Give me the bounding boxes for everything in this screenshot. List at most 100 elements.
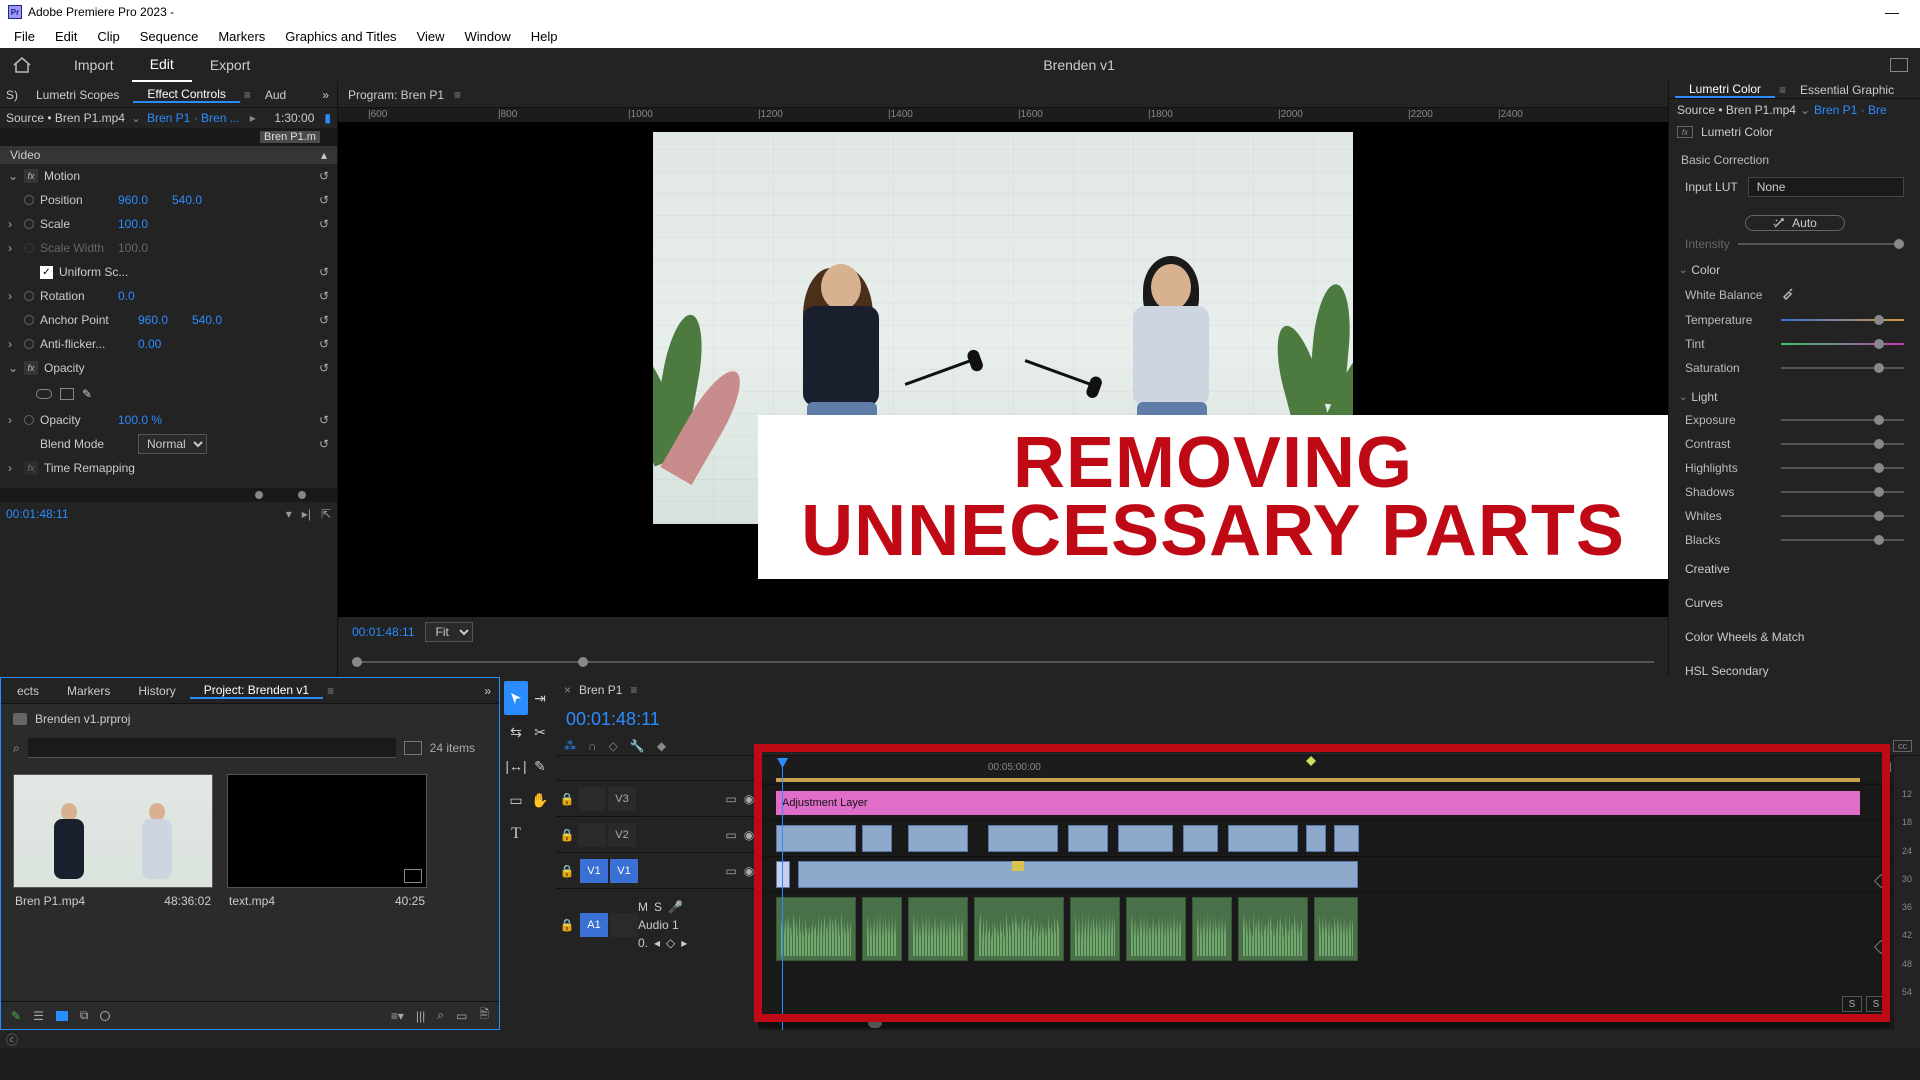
tab-project[interactable]: Project: Brenden v1	[190, 683, 323, 699]
stopwatch-icon[interactable]	[24, 339, 34, 349]
track-select-tool[interactable]: ⇥	[528, 681, 552, 715]
reset-icon[interactable]: ↺	[319, 193, 329, 207]
audio-clip[interactable]	[908, 897, 968, 961]
reset-icon[interactable]: ↺	[319, 361, 329, 375]
marker-add-icon[interactable]: ◇	[609, 739, 618, 753]
caret-icon[interactable]: ⌄	[1679, 265, 1687, 276]
write-mode-icon[interactable]: ✎	[11, 1009, 21, 1023]
menu-sequence[interactable]: Sequence	[130, 29, 209, 44]
panel-menu-icon[interactable]: ≡	[244, 88, 251, 102]
keyframe-nav[interactable]	[1874, 874, 1888, 888]
panel-menu-icon[interactable]: ≡	[630, 683, 637, 697]
tab-lumetri-scopes[interactable]: Lumetri Scopes	[22, 88, 133, 102]
motion-label[interactable]: Motion	[44, 169, 80, 183]
tab-effect-controls[interactable]: Effect Controls	[133, 87, 239, 103]
chevron-down-icon[interactable]: ⌄	[131, 111, 141, 125]
blend-mode-select[interactable]: Normal	[138, 434, 207, 454]
sort-icon[interactable]: ≡▾	[391, 1009, 404, 1023]
export-frame-icon[interactable]: ⇱	[321, 507, 331, 521]
video-clip[interactable]	[1334, 825, 1359, 852]
tab-history[interactable]: History	[124, 684, 189, 698]
toggle-output-icon[interactable]: ▭	[722, 828, 740, 842]
position-y-value[interactable]: 540.0	[172, 193, 220, 207]
rect-mask-icon[interactable]	[60, 388, 74, 400]
solo-button[interactable]: S	[654, 900, 662, 914]
scrub-handle[interactable]	[298, 491, 306, 499]
fx-badge-icon[interactable]: fx	[1677, 126, 1693, 138]
reset-icon[interactable]: ↺	[319, 413, 329, 427]
next-key-icon[interactable]: ▸	[681, 936, 687, 950]
menu-view[interactable]: View	[407, 29, 455, 44]
toggle-sync-icon[interactable]: ◉	[740, 828, 758, 842]
video-section-header[interactable]: Video ▴	[0, 146, 337, 164]
timeline-timecode[interactable]: 00:01:48:11	[556, 703, 1920, 736]
toggle-output-icon[interactable]: ▭	[722, 864, 740, 878]
video-clip[interactable]	[776, 861, 790, 888]
caret-icon[interactable]: ⌄	[1679, 392, 1687, 403]
stopwatch-icon[interactable]	[24, 415, 34, 425]
effect-mini-timeline[interactable]: Bren P1.m	[0, 128, 337, 146]
mute-button[interactable]: M	[638, 900, 648, 914]
hand-tool[interactable]: ✋	[528, 783, 552, 817]
timeline-marker-icon[interactable]: ◆	[657, 739, 666, 753]
exposure-slider[interactable]	[1781, 419, 1904, 421]
caret-icon[interactable]: ›	[8, 241, 18, 255]
color-section-label[interactable]: Color	[1691, 263, 1720, 277]
stopwatch-icon[interactable]	[24, 219, 34, 229]
caret-icon[interactable]: ›	[8, 217, 18, 231]
new-item-button[interactable]: 🗎	[479, 1005, 489, 1026]
razor-tool[interactable]: ✂	[528, 715, 552, 749]
caption-track-icon[interactable]: cc	[1893, 740, 1912, 752]
contrast-slider[interactable]	[1781, 443, 1904, 445]
close-sequence-icon[interactable]: ×	[564, 683, 571, 697]
light-section-label[interactable]: Light	[1691, 390, 1717, 404]
home-icon[interactable]	[12, 56, 32, 74]
workspace-import[interactable]: Import	[56, 48, 132, 82]
highlights-slider[interactable]	[1781, 467, 1904, 469]
tint-slider[interactable]	[1781, 343, 1904, 345]
tab-markers[interactable]: Markers	[53, 684, 124, 698]
lock-icon[interactable]: 🔒	[556, 792, 578, 806]
caret-icon[interactable]: ›	[8, 413, 18, 427]
reset-icon[interactable]: ↺	[319, 169, 329, 183]
sequence-tab-label[interactable]: Bren P1	[579, 683, 622, 697]
solo-toggle[interactable]: S	[1842, 996, 1862, 1012]
lumetri-sequence-link[interactable]: Bren P1 · Bre	[1814, 103, 1887, 117]
lock-icon[interactable]: 🔒	[556, 864, 578, 878]
reset-icon[interactable]: ↺	[319, 437, 329, 451]
reset-icon[interactable]: ↺	[319, 289, 329, 303]
tabs-overflow-icon[interactable]: »	[478, 684, 497, 698]
menu-edit[interactable]: Edit	[45, 29, 87, 44]
automate-icon[interactable]: |||	[416, 1009, 425, 1023]
caret-icon[interactable]: ›	[8, 289, 18, 303]
stopwatch-icon[interactable]	[24, 195, 34, 205]
video-clip[interactable]	[908, 825, 968, 852]
selection-tool[interactable]	[504, 681, 528, 715]
effect-timecode[interactable]: 00:01:48:11	[6, 507, 69, 521]
program-timecode[interactable]: 00:01:48:11	[352, 625, 415, 639]
toggle-sync-icon[interactable]: ◉	[740, 792, 758, 806]
position-x-value[interactable]: 960.0	[118, 193, 166, 207]
scrub-playhead[interactable]	[578, 657, 588, 667]
audio-clip[interactable]	[1126, 897, 1186, 961]
menu-markers[interactable]: Markers	[208, 29, 275, 44]
timeline-tracks-area[interactable]: 00:05:00:00 0| Adjustment Layer	[758, 756, 1920, 1030]
stopwatch-icon[interactable]	[24, 291, 34, 301]
ripple-edit-tool[interactable]: ⇆	[504, 715, 528, 749]
playhead[interactable]	[782, 758, 783, 1030]
add-key-icon[interactable]: ◇	[666, 936, 675, 950]
tab-audio[interactable]: Aud	[251, 88, 300, 102]
fx-badge-icon[interactable]: fx	[24, 169, 38, 183]
linked-selection-icon[interactable]: ∩	[588, 739, 597, 753]
timeline-zoom-scrollbar[interactable]	[758, 1018, 1890, 1028]
tabs-overflow-icon[interactable]: »	[316, 88, 335, 102]
uniform-scale-checkbox[interactable]: ✓	[40, 266, 53, 279]
anchor-y-value[interactable]: 540.0	[192, 313, 240, 327]
video-clip[interactable]	[798, 861, 1358, 888]
workspace-export[interactable]: Export	[192, 48, 268, 82]
caret-icon[interactable]: ›	[8, 461, 18, 475]
pen-tool[interactable]: ✎	[528, 749, 552, 783]
audio-clip[interactable]	[862, 897, 902, 961]
menu-window[interactable]: Window	[455, 29, 521, 44]
video-clip[interactable]	[776, 825, 856, 852]
